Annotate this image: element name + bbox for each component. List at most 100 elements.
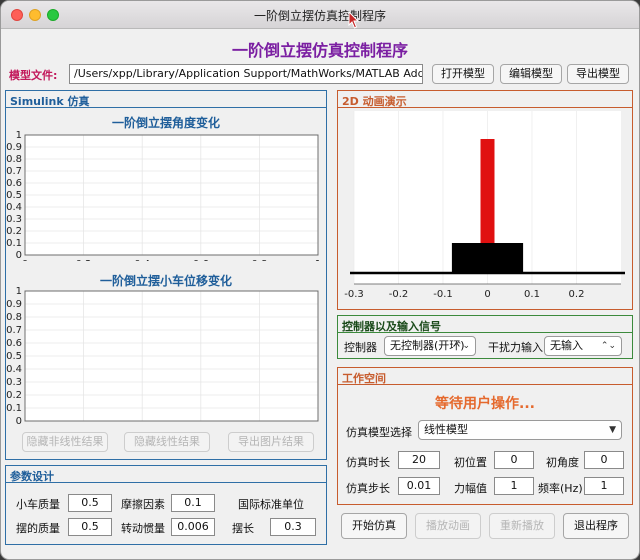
disturbance-label: 干扰力输入 <box>488 341 543 354</box>
displacement-chart-y-tick-label: 0.7 <box>6 325 22 336</box>
displacement-chart-y-tick-label: 0.2 <box>6 390 22 401</box>
animation-x-tick-label: -0.2 <box>389 289 409 300</box>
controller-label: 控制器 <box>344 341 377 354</box>
displacement-chart-y-tick-label: 0.3 <box>6 377 22 388</box>
angle-chart-x-tick-label: 0 <box>22 259 28 261</box>
sim-time-label: 仿真时长 <box>346 456 390 469</box>
force-amplitude-label: 力幅值 <box>454 482 487 495</box>
displacement-chart-y-tick-label: 0.1 <box>6 403 22 414</box>
model-file-label: 模型文件: <box>9 69 58 82</box>
init-angle-field[interactable]: 0 <box>584 451 624 469</box>
play-animation-button[interactable]: 播放动画 <box>415 513 481 539</box>
pendulum-mass-field[interactable]: 0.5 <box>68 518 112 536</box>
angle-chart: 00.10.20.30.40.50.60.70.80.9100.20.40.60… <box>6 130 321 261</box>
params-panel-title: 参数设计 <box>6 466 326 483</box>
start-simulation-button[interactable]: 开始仿真 <box>341 513 407 539</box>
pendulum-rod <box>480 139 495 243</box>
controller-panel-title: 控制器以及输入信号 <box>338 316 632 333</box>
angle-chart-y-tick-label: 0.3 <box>6 214 22 225</box>
cart-mass-field[interactable]: 0.5 <box>68 494 112 512</box>
inertia-field[interactable]: 0.006 <box>171 518 215 536</box>
export-model-button[interactable]: 导出模型 <box>567 64 629 84</box>
animation-x-tick-label: -0.1 <box>433 289 453 300</box>
inertia-label: 转动惯量 <box>121 522 165 535</box>
animation-x-tick-label: -0.3 <box>344 289 364 300</box>
frequency-label: 频率(Hz) <box>538 482 583 495</box>
angle-chart-y-tick-label: 0.7 <box>6 166 22 177</box>
angle-chart-y-tick-label: 0.4 <box>6 202 22 213</box>
angle-chart-x-tick-label: 0.4 <box>134 259 150 261</box>
cart-mass-label: 小车质量 <box>16 498 60 511</box>
controller-select-value: 无控制器(开环) <box>390 339 465 352</box>
pendulum-mass-label: 摆的质量 <box>16 522 60 535</box>
chevron-down-icon: ▼ <box>609 425 616 435</box>
length-label: 摆长 <box>232 522 254 535</box>
displacement-chart: 0 0.1 0.2 0.3 0.4 0.5 0.6 0.7 0.8 0.9 1 <box>6 287 319 427</box>
frequency-field[interactable]: 1 <box>584 477 624 495</box>
status-message: 等待用户操作... <box>435 396 535 412</box>
simulink-panel: Simulink 仿真 一阶倒立摆角度变化 0 0.1 0.2 0.3 0.4 0.5 0.… <box>5 90 327 460</box>
animation-panel-title: 2D 动画演示 <box>338 91 632 108</box>
sim-model-select-label: 仿真模型选择 <box>346 426 412 439</box>
angle-chart-y-tick-label: 0.9 <box>6 142 22 153</box>
friction-label: 摩擦因素 <box>121 498 165 511</box>
sim-model-select-value: 线性模型 <box>424 423 468 436</box>
workspace-panel: 工作空间 等待用户操作... 仿真模型选择 线性模型 ▼ 仿真时长 20 初位置… <box>337 367 633 505</box>
edit-model-button[interactable]: 编辑模型 <box>500 64 562 84</box>
angle-chart-y-tick-label: 0.6 <box>6 178 22 189</box>
mouse-cursor-icon <box>348 11 360 29</box>
chevron-down-icon: ⌃⌄ <box>600 341 616 351</box>
si-units-label: 国际标准单位 <box>238 498 304 511</box>
workspace-panel-title: 工作空间 <box>338 368 632 385</box>
animation-x-tick-label: 0 <box>484 289 490 300</box>
angle-chart-y-tick-label: 0.1 <box>6 238 22 249</box>
hide-nonlinear-button[interactable]: 隐藏非线性结果 <box>22 432 108 452</box>
title-bar: 一阶倒立摆仿真控制程序 <box>1 1 639 29</box>
displacement-chart-y-tick-label: 0.9 <box>6 299 22 310</box>
displacement-chart-y-tick-label: 0.8 <box>6 312 22 323</box>
model-path-field[interactable]: /Users/xpp/Library/Application Support/M… <box>69 64 423 84</box>
angle-chart-y-tick-label: 1 <box>16 130 22 141</box>
sim-step-field[interactable]: 0.01 <box>398 477 440 495</box>
init-position-label: 初位置 <box>454 456 487 469</box>
displacement-chart-y-tick-label: 0 <box>16 416 22 427</box>
sim-step-label: 仿真步长 <box>346 482 390 495</box>
angle-chart-y-tick-label: 0.2 <box>6 226 22 237</box>
init-angle-label: 初角度 <box>546 456 579 469</box>
sim-time-field[interactable]: 20 <box>398 451 440 469</box>
init-position-field[interactable]: 0 <box>494 451 534 469</box>
open-model-button[interactable]: 打开模型 <box>432 64 494 84</box>
sim-model-select[interactable]: 线性模型 ▼ <box>418 420 622 440</box>
displacement-chart-y-tick-label: 0.6 <box>6 338 22 349</box>
displacement-chart-y-tick-label: 0.5 <box>6 351 22 362</box>
disturbance-select[interactable]: 无输入 ⌃⌄ <box>544 336 622 356</box>
force-amplitude-field[interactable]: 1 <box>494 477 534 495</box>
animation-x-tick-label: 0.2 <box>569 289 585 300</box>
replay-button[interactable]: 重新播放 <box>489 513 555 539</box>
angle-chart-y-tick-label: 0.8 <box>6 154 22 165</box>
controller-select[interactable]: 无控制器(开环) ⌃⌄ <box>384 336 476 356</box>
angle-chart-x-tick-label: 1 <box>315 259 321 261</box>
app-title: 一阶倒立摆仿真控制程序 <box>231 41 408 60</box>
simulink-panel-title: Simulink 仿真 <box>6 91 326 108</box>
window-title: 一阶倒立摆仿真控制程序 <box>253 9 386 23</box>
friction-field[interactable]: 0.1 <box>171 494 215 512</box>
chevron-down-icon: ⌃⌄ <box>454 341 470 351</box>
animation-x-tick-label: 0.1 <box>524 289 540 300</box>
angle-chart-y-tick-label: 0.5 <box>6 190 22 201</box>
animation-canvas: -0.3 -0.2 -0.1 0 0.1 0.2 <box>344 111 625 300</box>
angle-chart-x-tick-label: 0.6 <box>193 259 209 261</box>
exit-program-button[interactable]: 退出程序 <box>563 513 629 539</box>
app-window: 一阶倒立摆仿真控制程序 一阶倒立摆仿真控制程序 模型文件: /Users/xpp… <box>0 0 640 560</box>
params-panel: 参数设计 小车质量 0.5 摩擦因素 0.1 国际标准单位 摆的质量 0.5 转… <box>5 465 327 545</box>
hide-linear-button[interactable]: 隐藏线性结果 <box>124 432 210 452</box>
angle-chart-x-tick-label: 0.2 <box>76 259 92 261</box>
controller-panel: 控制器以及输入信号 控制器 无控制器(开环) ⌃⌄ 干扰力输入 无输入 ⌃⌄ <box>337 315 633 359</box>
disturbance-select-value: 无输入 <box>550 339 583 352</box>
angle-chart-x-tick-label: 0.8 <box>251 259 267 261</box>
length-field[interactable]: 0.3 <box>270 518 316 536</box>
displacement-chart-y-tick-label: 0.4 <box>6 364 22 375</box>
animation-panel: 2D 动画演示 -0.3 -0.2 -0.1 0 0.1 0.2 <box>337 90 633 310</box>
export-image-button[interactable]: 导出图片结果 <box>228 432 314 452</box>
cart-block <box>451 243 524 272</box>
